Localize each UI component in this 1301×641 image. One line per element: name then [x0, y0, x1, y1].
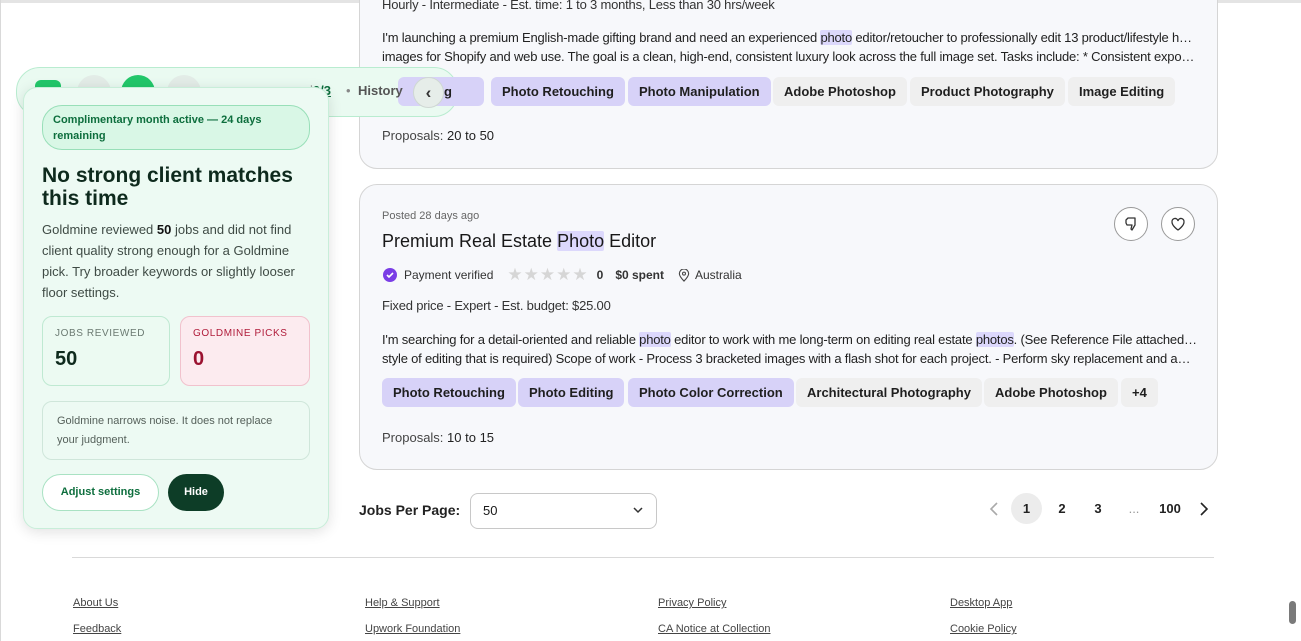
job-price: Fixed price - Expert - Est. budget: $25.…: [382, 298, 611, 313]
footer-link[interactable]: Privacy Policy: [658, 597, 726, 609]
collapse-toolbar-button[interactable]: ‹: [413, 77, 444, 108]
skill-chip[interactable]: Photo Retouching: [491, 77, 625, 106]
skill-chip[interactable]: Adobe Photoshop: [984, 378, 1118, 407]
stat-jobs-reviewed: JOBS REVIEWED 50: [42, 316, 170, 386]
verified-badge-icon: [383, 268, 397, 282]
footer-divider: [72, 557, 1214, 558]
skill-chip[interactable]: Photo Editing: [518, 378, 625, 407]
heart-icon: [1171, 217, 1185, 231]
skill-chip[interactable]: Adobe Photoshop: [773, 77, 907, 106]
stat-goldmine-picks: GOLDMINE PICKS 0: [180, 316, 310, 386]
job-description: I'm searching for a detail-oriented and …: [382, 332, 1197, 347]
job-title[interactable]: Premium Real Estate Photo Editor: [382, 231, 656, 252]
save-job-button[interactable]: [1161, 207, 1195, 241]
stat-label: JOBS REVIEWED: [55, 328, 146, 339]
scrollbar[interactable]: [1289, 601, 1296, 624]
panel-note: Goldmine narrows noise. It does not repl…: [42, 401, 310, 460]
footer-link[interactable]: About Us: [73, 597, 118, 609]
footer-link[interactable]: Upwork Foundation: [365, 623, 460, 635]
panel-description: Goldmine reviewed 50 jobs and did not fi…: [42, 222, 295, 300]
posted-date: Posted 28 days ago: [382, 210, 480, 222]
skill-chip[interactable]: Photo Color Correction: [628, 378, 794, 407]
footer-link[interactable]: Feedback: [73, 623, 121, 635]
proposals: Proposals: 20 to 50: [382, 128, 495, 143]
skill-chip[interactable]: Product Photography: [910, 77, 1065, 106]
skill-chip[interactable]: Photo Retouching: [382, 378, 516, 407]
more-skills-chip[interactable]: +4: [1121, 378, 1158, 407]
rating-stars: ★★★★★: [507, 265, 588, 284]
jobs-per-page-label: Jobs Per Page:: [359, 502, 461, 518]
footer-link[interactable]: CA Notice at Collection: [658, 623, 771, 635]
page-ellipsis: ...: [1128, 501, 1140, 516]
location-pin-icon: [678, 268, 690, 282]
page-button[interactable]: 1: [1011, 493, 1042, 524]
client-location: Australia: [695, 268, 742, 282]
skill-chip[interactable]: Photo Manipulation: [628, 77, 771, 106]
left-edge: [0, 0, 1, 641]
page-button[interactable]: 100: [1154, 501, 1186, 516]
footer-link[interactable]: Cookie Policy: [950, 623, 1017, 635]
thumbs-down-icon: [1125, 217, 1136, 231]
footer-link[interactable]: Help & Support: [365, 597, 440, 609]
job-card[interactable]: [359, 184, 1218, 470]
job-description-line2: style of editing that is required) Scope…: [382, 351, 1197, 366]
next-page-icon[interactable]: [1197, 501, 1211, 517]
panel-heading: No strong client matches this time: [42, 164, 293, 210]
chevron-down-icon: [633, 507, 643, 514]
jobs-per-page-select[interactable]: 50: [470, 493, 657, 529]
adjust-settings-button[interactable]: Adjust settings: [42, 474, 159, 511]
page-button[interactable]: 2: [1052, 501, 1072, 516]
stat-value: 0: [193, 348, 205, 370]
footer-link[interactable]: Desktop App: [950, 597, 1012, 609]
stat-label: GOLDMINE PICKS: [193, 328, 288, 339]
client-spent: $0 spent: [615, 268, 664, 282]
thumbs-down-button[interactable]: [1114, 207, 1148, 241]
job-description-line2: images for Shopify and web use. The goal…: [382, 49, 1197, 64]
rating-count: 0: [596, 268, 604, 282]
proposals: Proposals: 10 to 15: [382, 430, 495, 445]
hide-button[interactable]: Hide: [168, 474, 224, 511]
page-button[interactable]: 3: [1088, 501, 1108, 516]
skill-chip[interactable]: Image Editing: [1068, 77, 1176, 106]
prev-page-icon[interactable]: [988, 501, 1002, 517]
payment-verified: Payment verified: [404, 268, 494, 282]
jobs-per-page-value: 50: [483, 503, 498, 518]
client-info-row: Payment verified ★★★★★ 0 $0 spent Austra…: [382, 265, 742, 285]
trial-banner: Complimentary month active — 24 days rem…: [42, 105, 310, 150]
job-meta: Hourly - Intermediate - Est. time: 1 to …: [382, 0, 775, 12]
history-link[interactable]: History: [358, 83, 403, 98]
job-description: I'm launching a premium English-made gif…: [382, 30, 1197, 45]
separator-dot: •: [346, 83, 351, 98]
goldmine-panel: Complimentary month active — 24 days rem…: [23, 87, 329, 529]
stat-value: 50: [55, 348, 78, 370]
skill-chip[interactable]: Architectural Photography: [796, 378, 982, 407]
